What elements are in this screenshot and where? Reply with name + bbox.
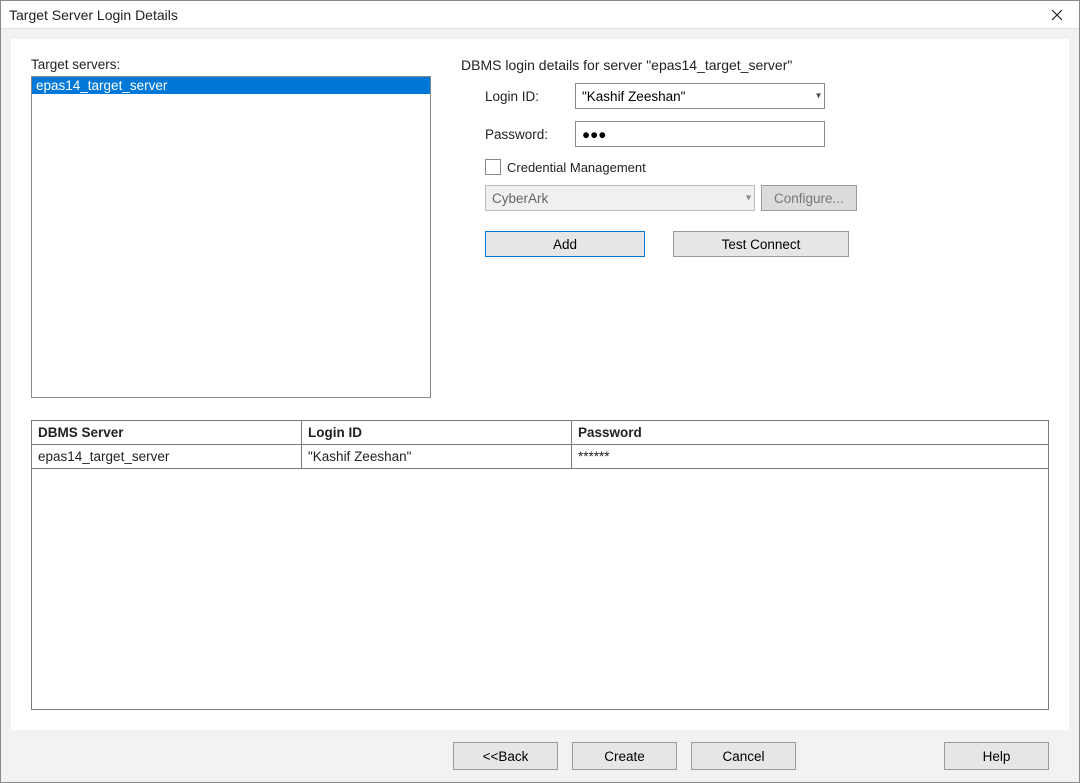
table-header-row: DBMS Server Login ID Password xyxy=(32,421,1049,445)
target-servers-label: Target servers: xyxy=(31,57,431,72)
content-area: Target servers: epas14_target_server DBM… xyxy=(1,29,1079,782)
main-panel: Target servers: epas14_target_server DBM… xyxy=(11,39,1069,730)
login-details-header: DBMS login details for server "epas14_ta… xyxy=(461,57,1049,73)
cell-server: epas14_target_server xyxy=(32,445,302,469)
table-row[interactable]: epas14_target_server "Kashif Zeeshan" **… xyxy=(32,445,1049,469)
test-connect-button[interactable]: Test Connect xyxy=(673,231,849,257)
login-id-label: Login ID: xyxy=(485,89,575,104)
col-login-id: Login ID xyxy=(302,421,572,445)
dialog-footer: <<Back Create Cancel Help xyxy=(11,730,1069,782)
target-servers-list[interactable]: epas14_target_server xyxy=(31,76,431,398)
col-dbms-server: DBMS Server xyxy=(32,421,302,445)
grid-empty-area xyxy=(31,469,1049,710)
server-list-item[interactable]: epas14_target_server xyxy=(32,77,430,94)
credential-provider-input xyxy=(485,185,755,211)
window-title: Target Server Login Details xyxy=(9,7,178,23)
cell-password: ****** xyxy=(572,445,1049,469)
login-id-input[interactable] xyxy=(575,83,825,109)
create-button[interactable]: Create xyxy=(572,742,677,770)
credential-management-label: Credential Management xyxy=(507,160,646,175)
credentials-grid: DBMS Server Login ID Password epas14_tar… xyxy=(31,420,1049,710)
credential-management-checkbox[interactable] xyxy=(485,159,501,175)
cancel-button[interactable]: Cancel xyxy=(691,742,796,770)
password-input[interactable] xyxy=(575,121,825,147)
chevron-down-icon: ▾ xyxy=(746,193,751,204)
help-button[interactable]: Help xyxy=(944,742,1049,770)
dialog-window: Target Server Login Details Target serve… xyxy=(0,0,1080,783)
back-button[interactable]: <<Back xyxy=(453,742,558,770)
login-id-select[interactable]: ▾ xyxy=(575,83,825,109)
add-button[interactable]: Add xyxy=(485,231,645,257)
password-label: Password: xyxy=(485,127,575,142)
titlebar: Target Server Login Details xyxy=(1,1,1079,29)
configure-button: Configure... xyxy=(761,185,857,211)
col-password: Password xyxy=(572,421,1049,445)
cell-login: "Kashif Zeeshan" xyxy=(302,445,572,469)
close-icon[interactable] xyxy=(1043,1,1071,29)
credential-provider-select: ▾ xyxy=(485,185,755,211)
